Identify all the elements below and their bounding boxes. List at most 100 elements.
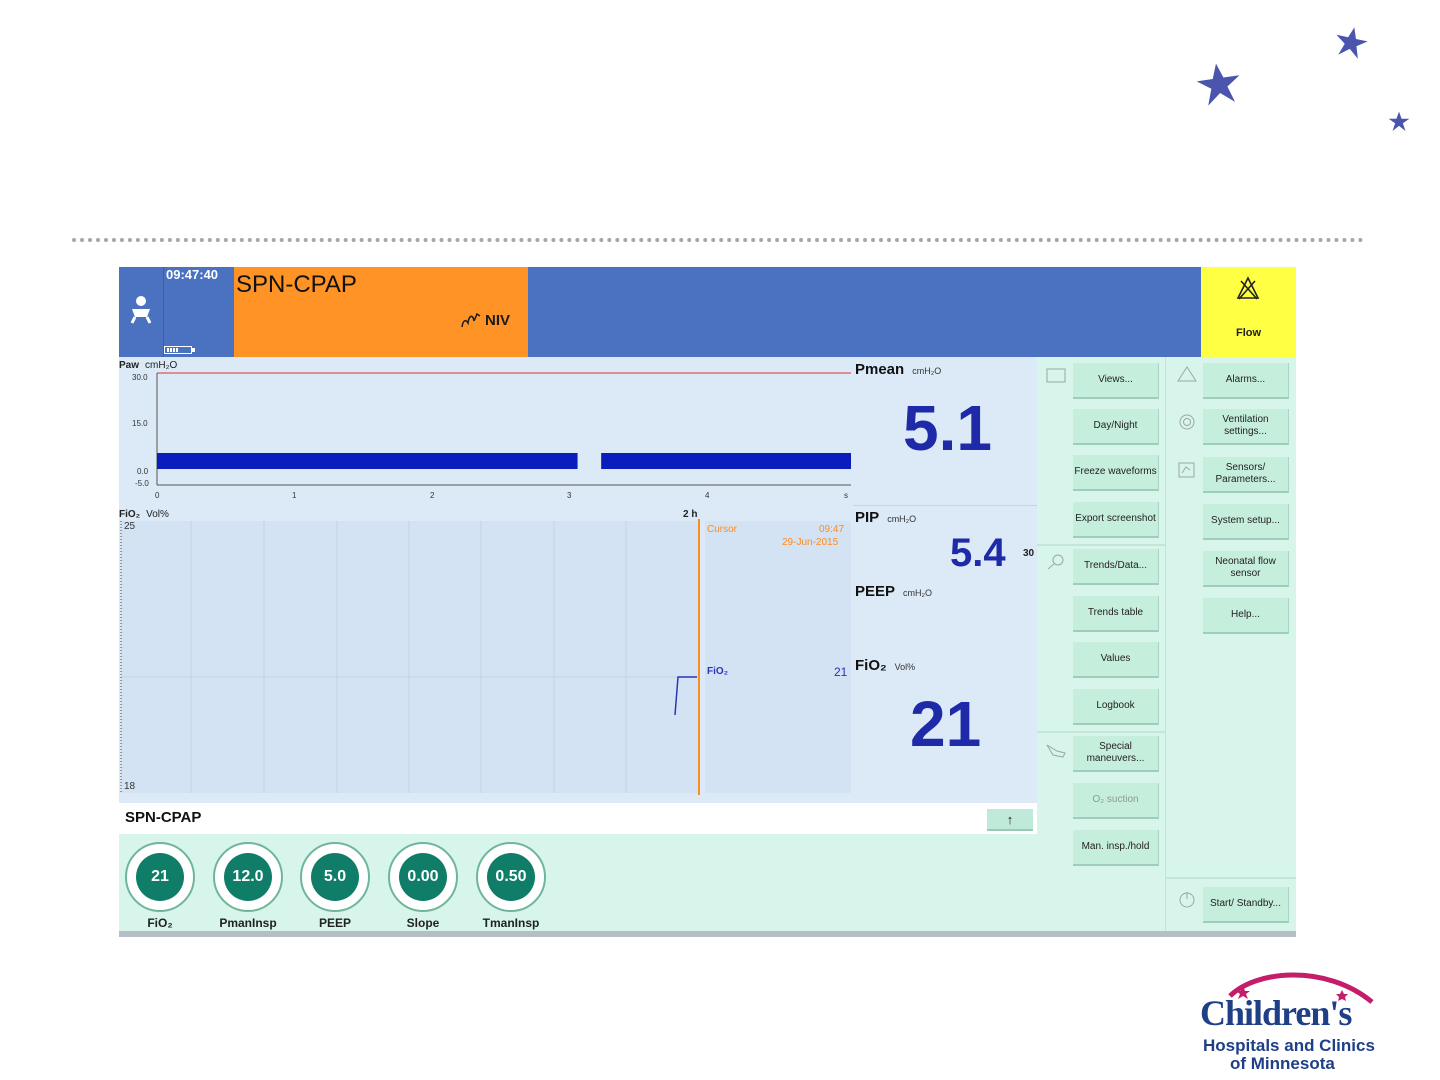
mode-bar-title: SPN-CPAP	[125, 809, 202, 826]
knob-label: Slope	[406, 916, 440, 930]
values-button[interactable]: Values	[1073, 642, 1159, 678]
pmean-label: Pmean	[855, 361, 905, 378]
knob-ring: 12.0	[213, 842, 283, 912]
cursor-label: Cursor	[707, 524, 738, 535]
pmean-unit: cmH₂O	[912, 366, 942, 376]
freeze-waveforms-button[interactable]: Freeze waveforms	[1073, 455, 1159, 491]
knob-label: PmanInsp	[219, 916, 277, 930]
readout-label: FiO₂	[707, 666, 729, 677]
paw-segment-1	[601, 453, 851, 469]
cursor-date: 29-Jun-2015	[782, 537, 839, 548]
logo-subtitle-1: Hospitals and Clinics	[1203, 1036, 1375, 1055]
knob-ring: 0.50	[476, 842, 546, 912]
manual-insp-hold-button[interactable]: Man. insp./hold	[1073, 830, 1159, 866]
x-tick: 3	[567, 491, 572, 500]
readout-value: 21	[834, 665, 848, 679]
o2-suction-button[interactable]: O₂ suction	[1073, 783, 1159, 819]
help-button[interactable]: Help...	[1203, 598, 1289, 634]
peep-title[interactable]: PEEP cmH₂O	[855, 583, 932, 600]
battery-icon	[164, 346, 195, 354]
star-icon	[1196, 63, 1240, 106]
neonatal-flow-sensor-button[interactable]: Neonatal flow sensor	[1203, 551, 1289, 587]
paw-plot	[156, 372, 851, 486]
knob-pmaninsp[interactable]: 12.0 PmanInsp	[211, 842, 285, 930]
ventilator-screen: 09:47:40 SPN-CPAP NIV Flow Paw cmH₂O 30.…	[119, 267, 1296, 937]
knob-slope[interactable]: 0.00 Slope	[386, 842, 460, 930]
pip-unit: cmH₂O	[887, 514, 917, 524]
menu-divider	[1037, 731, 1165, 733]
fio2-label: FiO₂	[855, 657, 887, 674]
knob-peep[interactable]: 5.0 PEEP	[298, 842, 372, 930]
ventilation-settings-button[interactable]: Ventilation settings...	[1203, 409, 1289, 445]
menu-divider	[1037, 544, 1165, 546]
knob-label: TmanInsp	[482, 916, 540, 930]
niv-mask-icon	[461, 312, 481, 328]
trends-data-button[interactable]: Trends/Data...	[1073, 549, 1159, 585]
start-standby-button[interactable]: Start/ Standby...	[1203, 887, 1289, 923]
cursor-time: 09:47	[819, 524, 845, 535]
sensors-icon	[1178, 462, 1195, 478]
dotted-divider	[72, 238, 1364, 242]
knob-tmaninsp[interactable]: 0.50 TmanInsp	[474, 842, 548, 930]
mode-panel[interactable]: SPN-CPAP NIV	[234, 267, 528, 357]
logbook-button[interactable]: Logbook	[1073, 689, 1159, 725]
niv-label: NIV	[485, 311, 511, 329]
knob-value: 12.0	[224, 853, 272, 901]
export-screenshot-button[interactable]: Export screenshot	[1073, 502, 1159, 538]
knob-value: 0.00	[399, 853, 447, 901]
knob-fio2[interactable]: 21 FiO₂	[123, 842, 197, 930]
hospital-logo: Children's Hospitals and Clinics of Minn…	[1196, 966, 1376, 1076]
knob-value: 21	[136, 853, 184, 901]
x-tick: 1	[292, 491, 297, 500]
mode-bar: SPN-CPAP ↑	[119, 803, 1037, 834]
x-tick: 4	[705, 491, 710, 500]
sensors-parameters-button[interactable]: Sensors/ Parameters...	[1203, 457, 1289, 493]
day-night-button[interactable]: Day/Night	[1073, 409, 1159, 445]
pip-label: PIP	[855, 509, 880, 526]
trends-table-button[interactable]: Trends table	[1073, 596, 1159, 632]
parameter-panel: Pmean cmH₂O 5.1 PIP cmH₂O 5.4 30 PEEP cmH₂O…	[853, 357, 1037, 803]
trend-y-max: 25	[124, 521, 136, 532]
alarm-label: Flow	[1235, 327, 1262, 339]
alarms-button[interactable]: Alarms...	[1203, 363, 1289, 399]
paw-waveform: Paw cmH₂O 30.0 15.0 0.0 -5.0 0 1 2 3 4 s	[119, 357, 853, 505]
screen-bottom-edge	[119, 931, 1296, 937]
window-icon	[1046, 368, 1066, 383]
header-bar: 09:47:40 SPN-CPAP NIV Flow	[119, 267, 1296, 357]
expand-up-button[interactable]: ↑	[987, 809, 1033, 831]
pip-limit: 30	[1023, 548, 1035, 559]
knob-label: PEEP	[318, 916, 351, 930]
x-tick: s	[844, 491, 848, 500]
trend-area	[121, 521, 699, 793]
logo-subtitle-2: of Minnesota	[1230, 1054, 1335, 1073]
views-button[interactable]: Views...	[1073, 363, 1159, 399]
header-divider	[163, 267, 164, 357]
knob-value: 5.0	[311, 853, 359, 901]
alarm-flow-button[interactable]: Flow	[1201, 267, 1296, 357]
logo-name: Children's	[1200, 993, 1352, 1033]
fio2-title[interactable]: FiO₂ Vol%	[855, 657, 915, 674]
fio2-unit: Vol%	[894, 662, 916, 672]
system-setup-button[interactable]: System setup...	[1203, 504, 1289, 540]
power-icon	[1179, 892, 1195, 908]
menu-column-main: Views... Day/Night Freeze waveforms Expo…	[1037, 357, 1165, 937]
pip-value: 5.4	[950, 531, 1006, 575]
neonate-icon[interactable]	[127, 295, 155, 325]
param-divider	[853, 505, 1037, 506]
menu-column-system: Alarms... Ventilation settings... Sensor…	[1165, 357, 1296, 937]
x-tick: 2	[430, 491, 435, 500]
special-maneuvers-button[interactable]: Special maneuvers...	[1073, 736, 1159, 772]
trend-plot	[120, 519, 851, 795]
pip-title[interactable]: PIP cmH₂O	[855, 509, 916, 526]
pmean-value: 5.1	[903, 392, 992, 464]
cursor-area	[705, 521, 851, 793]
fio2-trend: FiO₂ Vol% 2 h 25 18 Cursor 09:47 29-Jun-2…	[119, 507, 853, 803]
knob-ring: 0.00	[388, 842, 458, 912]
knob-value: 0.50	[487, 853, 535, 901]
trend-y-min: 18	[124, 781, 136, 792]
hand-icon	[1046, 744, 1066, 758]
niv-indicator: NIV	[460, 311, 510, 329]
knob-ring: 21	[125, 842, 195, 912]
clock: 09:47:40	[166, 267, 219, 282]
pmean-title[interactable]: Pmean cmH₂O	[855, 361, 941, 378]
